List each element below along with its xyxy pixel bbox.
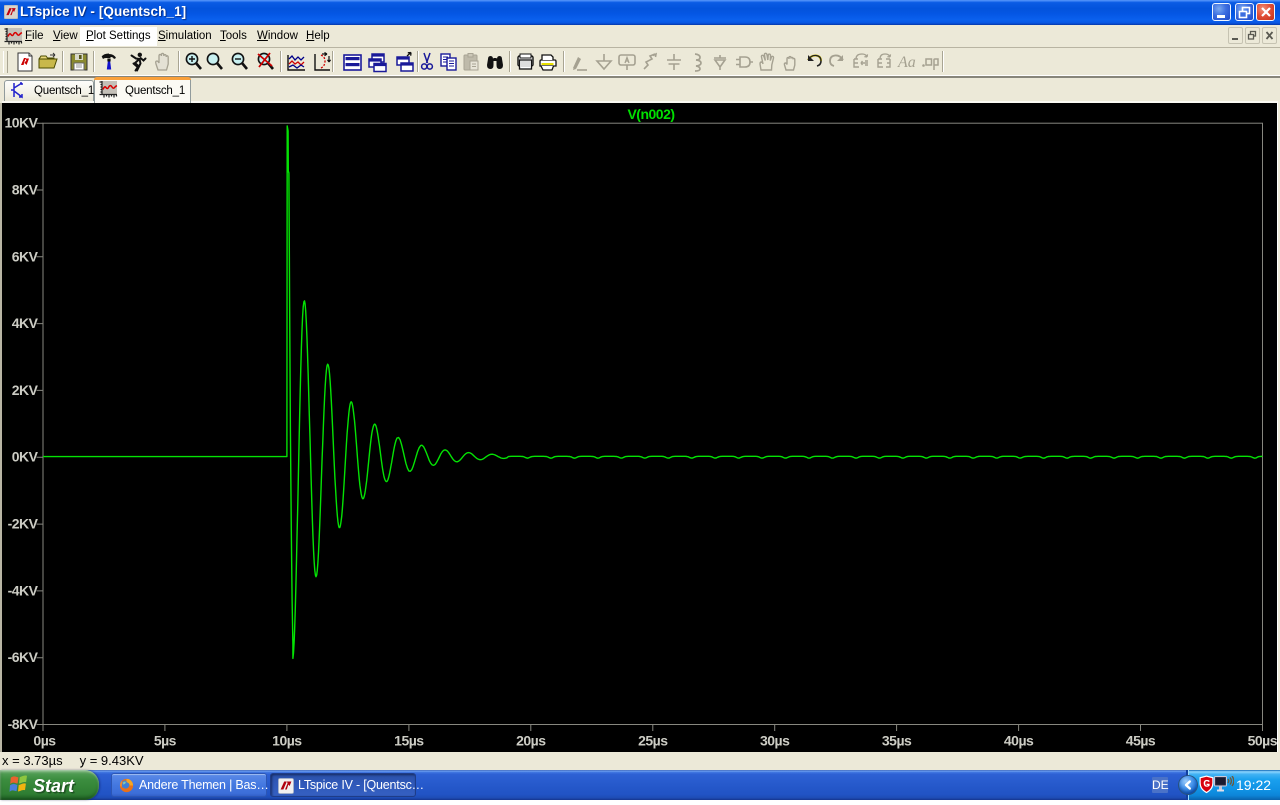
svg-text:50µs: 50µs [1248, 733, 1278, 749]
svg-text:2KV: 2KV [12, 382, 39, 398]
svg-text:V(n002): V(n002) [627, 106, 674, 122]
svg-text:0KV: 0KV [12, 449, 39, 465]
svg-text:10µs: 10µs [272, 733, 302, 749]
svg-text:4KV: 4KV [12, 315, 39, 331]
svg-text:15µs: 15µs [394, 733, 424, 749]
svg-text:5µs: 5µs [154, 733, 177, 749]
svg-text:40µs: 40µs [1004, 733, 1034, 749]
svg-text:35µs: 35µs [882, 733, 912, 749]
svg-text:-6KV: -6KV [8, 649, 39, 665]
svg-text:-4KV: -4KV [8, 582, 39, 598]
svg-text:8KV: 8KV [12, 182, 39, 198]
svg-text:20µs: 20µs [516, 733, 546, 749]
svg-text:10KV: 10KV [4, 115, 38, 131]
svg-text:6KV: 6KV [12, 248, 39, 264]
svg-text:45µs: 45µs [1126, 733, 1156, 749]
svg-text:25µs: 25µs [638, 733, 668, 749]
svg-text:-2KV: -2KV [8, 516, 39, 532]
svg-text:Aa: Aa [897, 54, 916, 71]
svg-text:30µs: 30µs [760, 733, 790, 749]
svg-text:-8KV: -8KV [8, 716, 39, 732]
svg-text:Start: Start [33, 776, 75, 796]
svg-text:0µs: 0µs [33, 733, 56, 749]
